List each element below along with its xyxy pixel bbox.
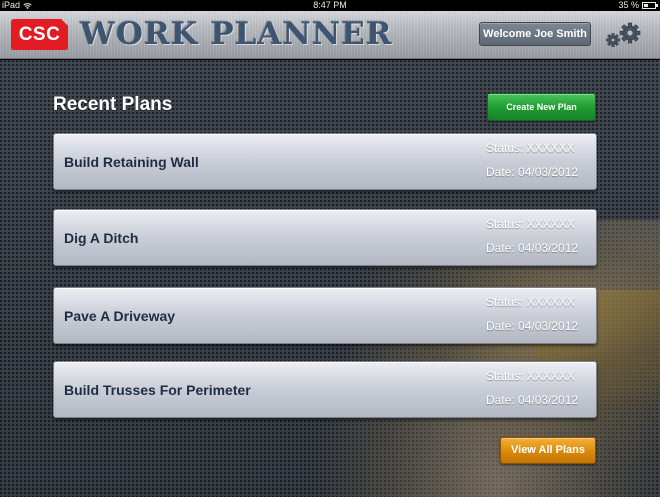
plan-card[interactable]: Dig A Ditch Status: XXXXXX Date: 04/03/2… [53,209,597,266]
plan-status: Status: XXXXXX [486,141,575,155]
welcome-user-button[interactable]: Welcome Joe Smith [479,22,591,46]
gear-icon[interactable] [604,20,644,50]
status-bar-right: 35 % [618,0,658,11]
view-all-plans-button[interactable]: View All Plans [500,437,596,464]
plan-status: Status: XXXXXX [486,369,575,383]
app-header: CSC WORK PLANNER Welcome Joe Smith [0,11,660,59]
plan-status: Status: XXXXXX [486,217,575,231]
plan-date: Date: 04/03/2012 [486,241,579,255]
plan-card[interactable]: Build Trusses For Perimeter Status: XXXX… [53,361,597,418]
create-new-plan-button[interactable]: Create New Plan [487,93,596,121]
plan-card[interactable]: Pave A Driveway Status: XXXXXX Date: 04/… [53,287,597,344]
plan-name: Build Trusses For Perimeter [64,381,251,398]
plan-status: Status: XXXXXX [486,295,575,309]
plan-name: Build Retaining Wall [64,153,199,170]
plan-name: Dig A Ditch [64,229,139,246]
plan-date: Date: 04/03/2012 [486,393,579,407]
app-title: WORK PLANNER [80,16,393,52]
plan-name: Pave A Driveway [64,307,176,324]
battery-icon [642,2,658,9]
plan-card[interactable]: Build Retaining Wall Status: XXXXXX Date… [53,133,597,190]
status-time: 8:47 PM [313,0,347,10]
section-title: Recent Plans [53,94,173,115]
battery-percent: 35 % [618,0,639,10]
status-bar: iPad 8:47 PM 35 % [0,0,660,11]
plan-date: Date: 04/03/2012 [486,165,579,179]
csc-logo: CSC [11,19,68,50]
main-content: Recent Plans Create New Plan Build Retai… [0,60,660,497]
plan-date: Date: 04/03/2012 [486,319,579,333]
